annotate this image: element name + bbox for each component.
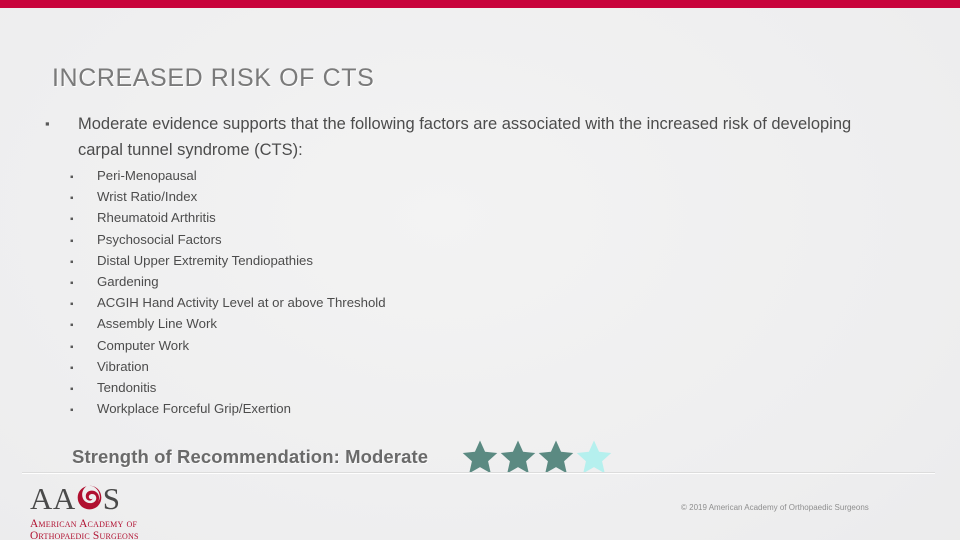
- copyright-notice: © 2019 American Academy of Orthopaedic S…: [681, 503, 869, 512]
- square-bullet-icon: ▪: [70, 256, 74, 268]
- list-item: ▪ Vibration: [70, 356, 770, 377]
- list-item-label: Vibration: [97, 358, 149, 374]
- slide-canvas: INCREASED RISK OF CTS ▪ Moderate evidenc…: [0, 0, 960, 540]
- square-bullet-icon: ▪: [70, 320, 74, 332]
- top-accent-bar: [0, 0, 960, 8]
- list-item: ▪ Rheumatoid Arthritis: [70, 207, 770, 228]
- list-item-label: Gardening: [97, 273, 159, 289]
- strength-of-recommendation-label: Strength of Recommendation: Moderate: [72, 446, 429, 467]
- list-item-label: Wrist Ratio/Index: [97, 189, 198, 205]
- lead-bullet-text: Moderate evidence supports that the foll…: [78, 115, 852, 159]
- aaos-logo-subtitle-line2: Orthopaedic Surgeons: [30, 529, 139, 540]
- aaos-logo-subtitle-line1: American Academy of: [30, 518, 138, 530]
- aaos-swirl-o-icon: [76, 484, 103, 516]
- square-bullet-icon: ▪: [70, 299, 74, 311]
- list-item-label: Computer Work: [97, 337, 190, 353]
- page-title: INCREASED RISK OF CTS: [52, 64, 375, 92]
- logo-letter-a1: A: [30, 481, 53, 516]
- star-icon-filled-1: [462, 440, 498, 474]
- risk-factor-list: ▪ Peri-Menopausal ▪ Wrist Ratio/Index ▪ …: [70, 165, 770, 419]
- square-bullet-icon: ▪: [70, 214, 74, 226]
- list-item-label: Assembly Line Work: [97, 316, 217, 332]
- aaos-wordmark: A A S: [30, 482, 139, 514]
- list-item-label: Peri-Menopausal: [97, 168, 197, 183]
- list-item-label: Psychosocial Factors: [97, 231, 222, 247]
- logo-letter-s: S: [102, 481, 121, 516]
- square-bullet-icon: ▪: [70, 341, 74, 353]
- star-icon-filled-3: [538, 440, 574, 474]
- list-item: ▪ Assembly Line Work: [70, 313, 770, 334]
- aaos-logo: A A S American Academy of Orthopaedic Su…: [30, 482, 139, 540]
- list-item-label: ACGIH Hand Activity Level at or above Th…: [97, 295, 386, 311]
- aaos-logo-subtitle: American Academy of Orthopaedic Surgeons: [30, 518, 139, 540]
- list-item: ▪ Tendonitis: [70, 377, 770, 398]
- star-icon-filled-2: [500, 440, 536, 474]
- list-item: ▪ Gardening: [70, 271, 770, 292]
- footer-divider: [22, 472, 935, 473]
- list-item: ▪ Distal Upper Extremity Tendiopathies: [70, 250, 770, 271]
- list-item: ▪ Psychosocial Factors: [70, 229, 770, 250]
- list-item-label: Rheumatoid Arthritis: [97, 210, 216, 226]
- square-bullet-icon: ▪: [70, 235, 74, 247]
- logo-letter-a2: A: [52, 481, 76, 516]
- list-item: ▪ ACGIH Hand Activity Level at or above …: [70, 292, 770, 313]
- square-bullet-icon: ▪: [45, 116, 50, 131]
- list-item-label: Distal Upper Extremity Tendiopathies: [97, 252, 313, 268]
- star-icon-empty-4: [576, 440, 612, 474]
- list-item: ▪ Peri-Menopausal: [70, 165, 770, 186]
- strength-of-recommendation: Strength of Recommendation: Moderate: [72, 438, 612, 476]
- list-item-label: Tendonitis: [97, 379, 157, 395]
- lead-bullet-paragraph: ▪ Moderate evidence supports that the fo…: [44, 111, 874, 163]
- square-bullet-icon: ▪: [70, 362, 74, 374]
- square-bullet-icon: ▪: [70, 405, 74, 417]
- list-item: ▪ Wrist Ratio/Index: [70, 186, 770, 207]
- square-bullet-icon: ▪: [70, 172, 74, 183]
- square-bullet-icon: ▪: [70, 193, 74, 205]
- list-item: ▪ Workplace Forceful Grip/Exertion: [70, 398, 770, 419]
- square-bullet-icon: ▪: [70, 383, 74, 395]
- list-item: ▪ Computer Work: [70, 335, 770, 356]
- square-bullet-icon: ▪: [70, 277, 74, 289]
- list-item-label: Workplace Forceful Grip/Exertion: [97, 401, 291, 417]
- rating-stars: [460, 438, 612, 476]
